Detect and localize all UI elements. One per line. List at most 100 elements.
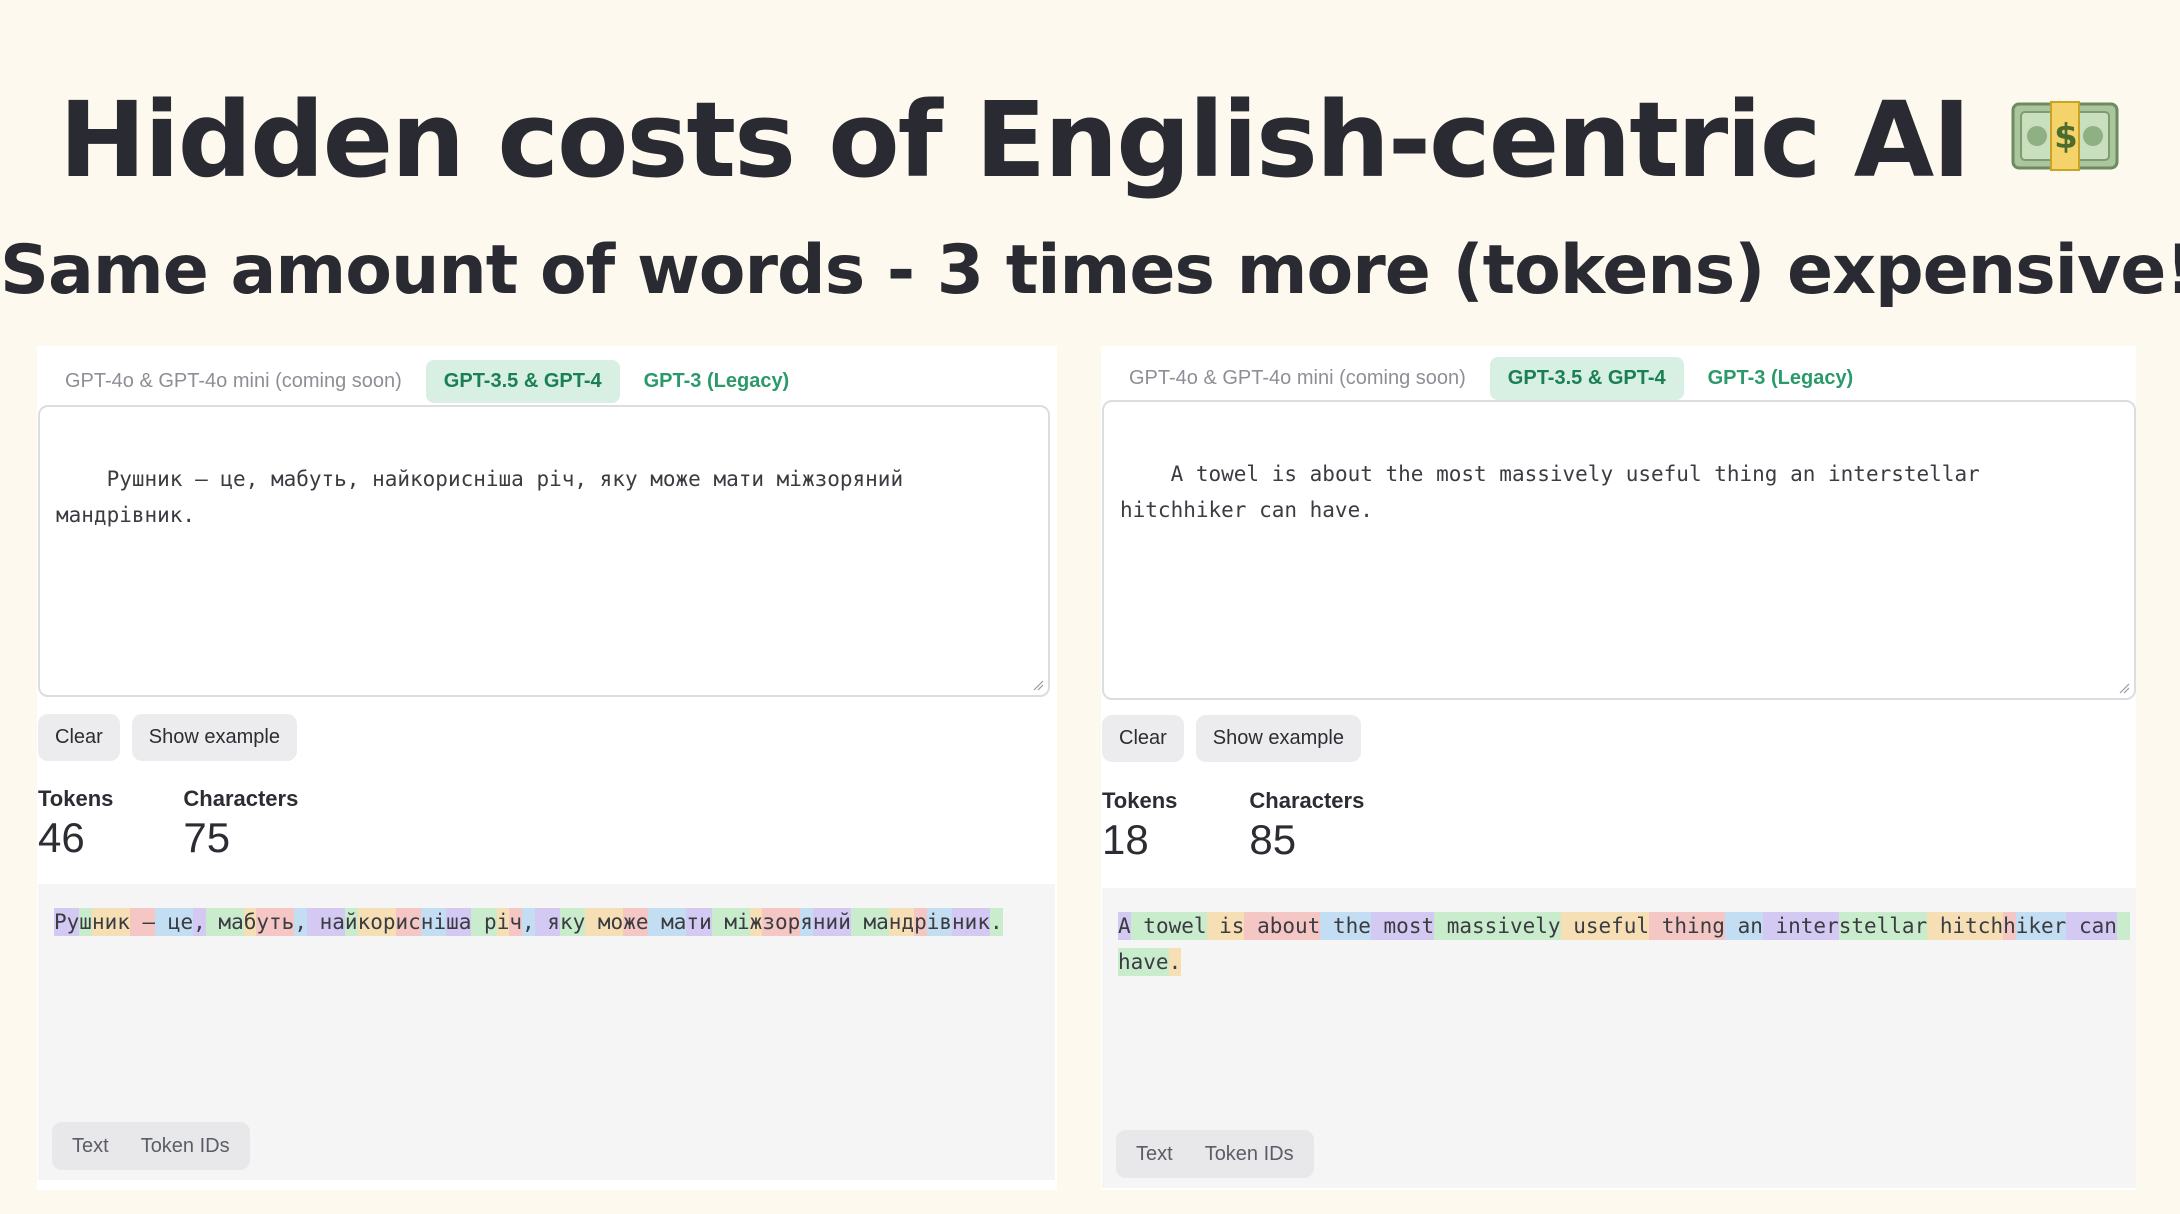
token: нд	[888, 908, 915, 936]
view-text-option[interactable]: Text	[56, 1135, 125, 1158]
token: ,	[522, 908, 535, 936]
token: ма	[648, 908, 687, 936]
show-example-button[interactable]: Show example	[1195, 715, 1361, 762]
resize-grip-icon[interactable]	[2118, 682, 2130, 694]
token: —	[129, 908, 156, 936]
token: ,	[294, 908, 307, 936]
tab-gpt-3-legacy[interactable]: GPT-3 (Legacy)	[1690, 357, 1872, 400]
text-input[interactable]: Рушник — це, мабуть, найкорисніша річ, я…	[38, 405, 1050, 697]
view-token-ids-option[interactable]: Token IDs	[1189, 1143, 1310, 1166]
clear-button[interactable]: Clear	[38, 714, 120, 761]
action-buttons: Clear Show example	[1102, 715, 1361, 762]
token: inter	[1762, 912, 1839, 940]
tab-gpt-35-gpt-4[interactable]: GPT-3.5 & GPT-4	[425, 359, 620, 403]
characters-value: 85	[1249, 816, 1297, 863]
tab-gpt-3-legacy[interactable]: GPT-3 (Legacy)	[626, 360, 808, 403]
token: я	[800, 908, 813, 936]
page-subheadline: Same amount of words - 3 times more (tok…	[0, 231, 2180, 310]
token: iker	[2015, 912, 2067, 940]
token: towel	[1130, 912, 1207, 940]
token: ник	[952, 908, 990, 936]
token: ти	[686, 908, 712, 936]
token: ні	[420, 908, 447, 936]
text-input[interactable]: A towel is about the most massively usef…	[1102, 400, 2136, 700]
tab-gpt-35-gpt-4[interactable]: GPT-3.5 & GPT-4	[1489, 356, 1684, 400]
token: an	[1724, 912, 1763, 940]
tokenizer-panel-english: GPT-4o & GPT-4o mini (coming soon) GPT-3…	[1101, 346, 2136, 1190]
view-toggle: Text Token IDs	[1116, 1130, 1314, 1178]
token-stats: Tokens 46 Characters 75	[38, 786, 298, 864]
token: ку	[559, 908, 586, 936]
token: б	[243, 908, 257, 936]
tab-gpt-4o[interactable]: GPT-4o & GPT-4o mini (coming soon)	[47, 360, 420, 403]
token: ш	[79, 908, 92, 936]
token: Ру	[54, 908, 80, 936]
token: зор	[762, 908, 801, 936]
show-example-button[interactable]: Show example	[131, 714, 297, 761]
token-stats: Tokens 18 Characters 85	[1102, 788, 1364, 866]
token: кор	[357, 908, 396, 936]
token: ис	[395, 908, 421, 936]
token-visualization: Рушник — це, мабуть, найкорисніша річ, я…	[54, 904, 1039, 940]
token: .	[1168, 948, 1182, 976]
tab-gpt-4o[interactable]: GPT-4o & GPT-4o mini (coming soon)	[1111, 357, 1484, 400]
characters-label: Characters	[183, 786, 299, 811]
token: ник	[91, 908, 130, 936]
token: massively	[1434, 912, 1561, 940]
token: hitch	[1927, 912, 2004, 940]
token: h	[2003, 912, 2016, 940]
token: р	[471, 908, 497, 936]
tokens-value: 46	[38, 814, 85, 861]
token: most	[1370, 912, 1435, 940]
token: stellar	[1838, 912, 1928, 940]
headline-text: Hidden costs of English-centric AI	[59, 79, 1971, 201]
token: це	[155, 908, 194, 936]
token: ма	[205, 908, 244, 936]
token: ний	[812, 908, 851, 936]
token: й	[344, 908, 358, 936]
token: A	[1118, 912, 1131, 940]
characters-label: Characters	[1249, 788, 1365, 813]
token: я	[534, 908, 560, 936]
page-headline: Hidden costs of English-centric AI $	[0, 70, 2180, 210]
tokens-stat: Tokens 18	[1102, 788, 1177, 866]
token: thing	[1649, 912, 1725, 940]
characters-value: 75	[183, 814, 231, 861]
token: уть	[256, 908, 295, 936]
token: мі	[711, 908, 750, 936]
resize-grip-icon[interactable]	[1032, 679, 1044, 691]
token-output: A towel is about the most massively usef…	[1102, 888, 2136, 1188]
token: ,	[193, 908, 206, 936]
token: can	[2066, 912, 2117, 940]
tokens-label: Tokens	[1102, 788, 1178, 813]
view-token-ids-option[interactable]: Token IDs	[125, 1135, 246, 1158]
tokens-label: Tokens	[38, 786, 114, 811]
token: .	[989, 908, 1003, 936]
token: і	[496, 908, 510, 936]
clear-button[interactable]: Clear	[1102, 715, 1184, 762]
token: мо	[585, 908, 624, 936]
text-input-value: Рушник — це, мабуть, найкорисніша річ, я…	[56, 467, 916, 527]
tokenizer-panel-ukrainian: GPT-4o & GPT-4o mini (coming soon) GPT-3…	[37, 346, 1057, 1190]
token: useful	[1560, 912, 1650, 940]
token: ша	[446, 908, 472, 936]
token: the	[1320, 912, 1371, 940]
token: is	[1206, 912, 1245, 940]
token: ма	[850, 908, 889, 936]
tokens-stat: Tokens 46	[38, 786, 113, 864]
view-text-option[interactable]: Text	[1120, 1143, 1189, 1166]
token-visualization: A towel is about the most massively usef…	[1118, 908, 2130, 980]
token: же	[623, 908, 649, 936]
token: about	[1244, 912, 1321, 940]
svg-text:$: $	[2054, 117, 2076, 157]
text-input-value: A towel is about the most massively usef…	[1120, 462, 1993, 522]
token: ч	[509, 908, 522, 936]
characters-stat: Characters 75	[183, 786, 298, 864]
tokens-value: 18	[1102, 816, 1149, 863]
token: на	[306, 908, 345, 936]
action-buttons: Clear Show example	[38, 714, 297, 761]
token: ів	[926, 908, 953, 936]
token-output: Рушник — це, мабуть, найкорисніша річ, я…	[38, 884, 1055, 1180]
token: р	[914, 908, 927, 936]
token: ж	[749, 908, 763, 936]
